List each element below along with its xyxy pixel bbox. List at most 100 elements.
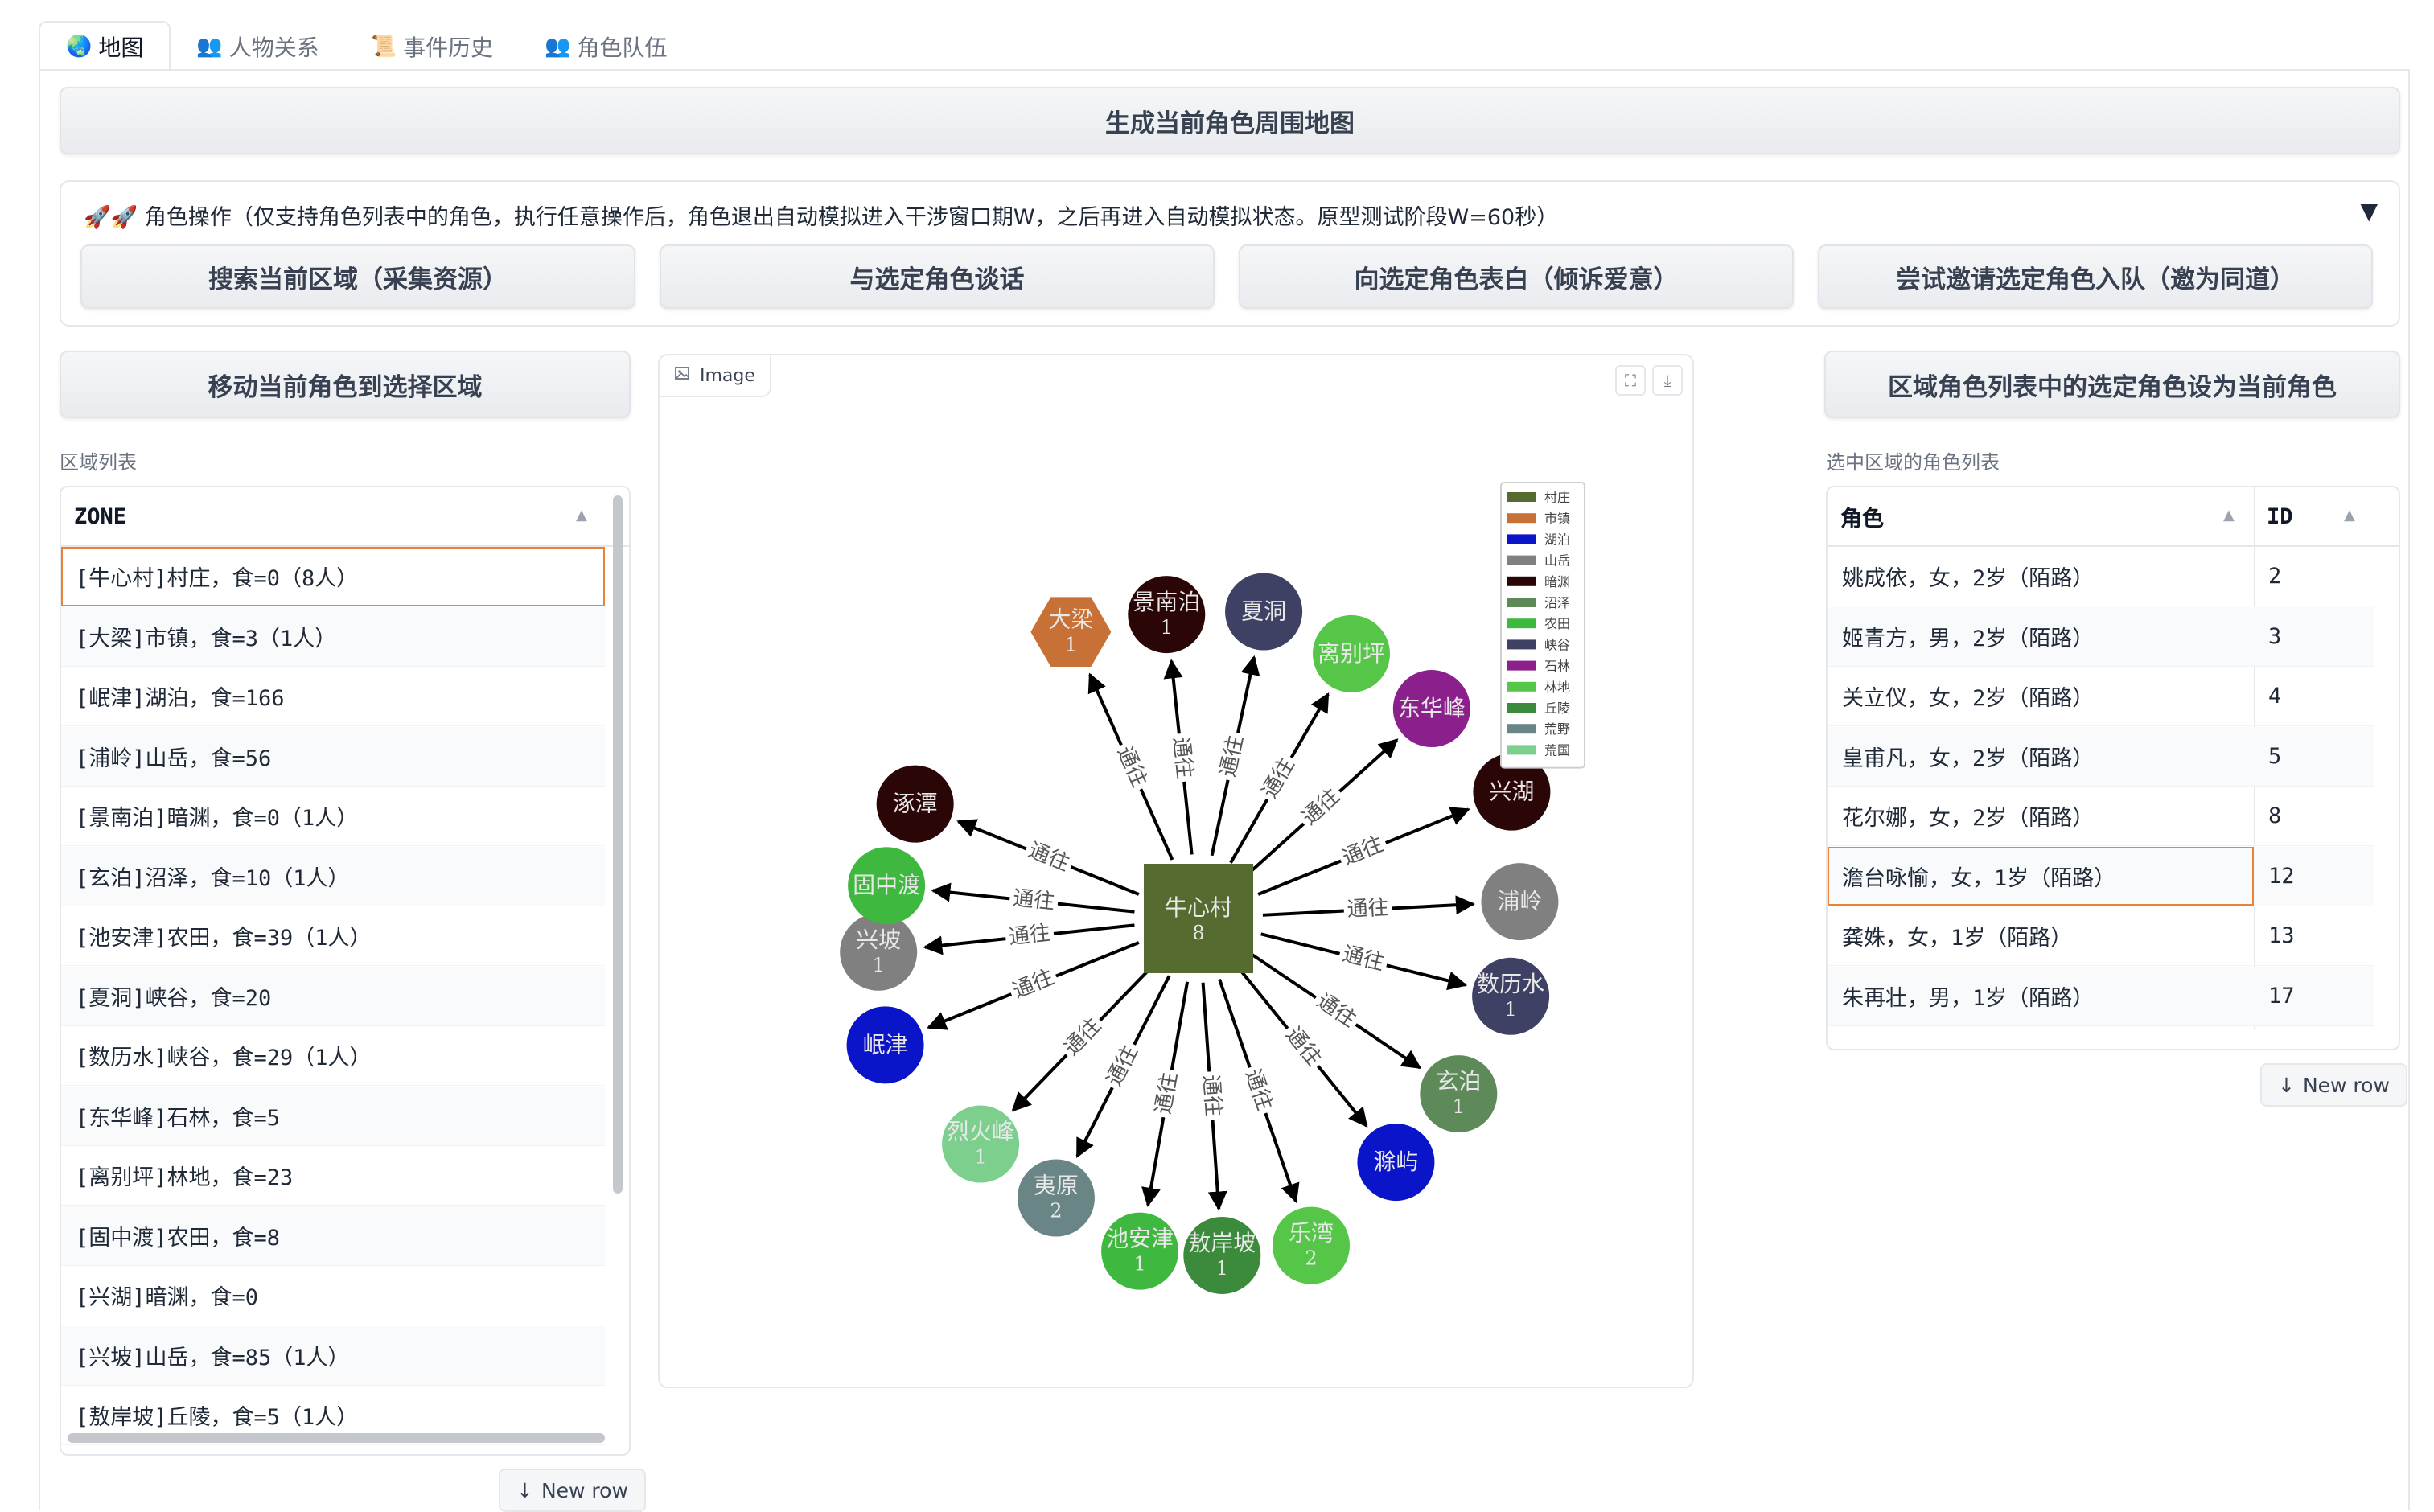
table-row[interactable]: [固中渡]农田，食=8 <box>61 1206 605 1266</box>
id-cell[interactable]: 13 <box>2254 923 2295 948</box>
table-row[interactable]: 皇甫凡，女，2岁（陌路） 5 <box>1828 726 2374 787</box>
people-icon: 👥 <box>545 35 571 59</box>
map-node[interactable]: 玄泊1 <box>1420 1055 1498 1133</box>
role-cell[interactable]: 澹台咏愉，女，1岁（陌路） <box>1828 846 2254 906</box>
table-row[interactable]: [大梁]市镇，食=3（1人） <box>61 606 605 667</box>
legend-swatch <box>1507 576 1536 586</box>
zone-cell: [离别坪]林地，食=23 <box>76 1165 294 1190</box>
tab-1[interactable]: 👥 人物关系 <box>171 23 344 71</box>
id-cell[interactable]: 4 <box>2254 684 2281 709</box>
table-row[interactable]: [兴坡]山岳，食=85（1人） <box>61 1325 605 1386</box>
role-cell[interactable]: 花尔娜，女，2岁（陌路） <box>1828 787 2254 845</box>
vertical-scrollbar[interactable] <box>613 495 623 1194</box>
table-row[interactable]: [离别坪]林地，食=23 <box>61 1146 605 1206</box>
map-node[interactable]: 固中渡 <box>848 847 926 925</box>
map-node-count: 1 <box>1161 616 1173 639</box>
zone-new-row-button[interactable]: ↓ New row <box>499 1469 646 1512</box>
map-node[interactable]: 池安津1 <box>1101 1212 1179 1290</box>
collapse-caret-icon[interactable]: ▼ <box>2360 198 2378 224</box>
edge-label: 通往 <box>1168 736 1196 780</box>
arrow-down-icon: ↓ <box>516 1478 533 1502</box>
map-node[interactable]: 东华峰 <box>1392 670 1470 748</box>
map-node[interactable]: 离别坪 <box>1313 614 1390 692</box>
id-cell[interactable]: 2 <box>2254 564 2281 589</box>
map-node-count: 1 <box>1504 998 1516 1021</box>
tab-0[interactable]: 🌏 地图 <box>39 21 171 71</box>
role-cell[interactable]: 朱再壮，男，1岁（陌路） <box>1828 967 2254 1025</box>
map-node[interactable]: 岷津 <box>846 1006 924 1084</box>
table-row[interactable]: [景南泊]暗渊，食=0（1人） <box>61 787 605 846</box>
role-cell[interactable]: 姚成依，女，2岁（陌路） <box>1828 547 2254 606</box>
tab-3[interactable]: 👥 角色队伍 <box>519 23 693 71</box>
id-cell[interactable]: 12 <box>2254 864 2295 889</box>
legend-swatch <box>1507 492 1536 502</box>
role-cell[interactable]: 龚姝，女，1岁（陌路） <box>1828 906 2254 965</box>
table-row[interactable]: [岷津]湖泊，食=166 <box>61 667 605 726</box>
globe-icon: 🌏 <box>66 35 93 59</box>
role-column-header[interactable]: 角色 <box>1828 487 2254 545</box>
sort-asc-icon[interactable]: ▲ <box>576 507 587 524</box>
map-node[interactable]: 涿潭 <box>876 765 954 843</box>
legend-swatch <box>1507 660 1536 671</box>
table-row[interactable]: [兴湖]暗渊，食=0 <box>61 1266 605 1325</box>
search-area-button[interactable]: 搜索当前区域（采集资源） <box>80 244 635 309</box>
legend-label: 村庄 <box>1544 490 1570 505</box>
id-cell[interactable]: 8 <box>2254 803 2281 828</box>
move-character-button[interactable]: 移动当前角色到选择区域 <box>60 351 631 418</box>
table-row[interactable]: [浦岭]山岳，食=56 <box>61 726 605 787</box>
map-node[interactable]: 景南泊1 <box>1128 576 1206 654</box>
id-column-header[interactable]: ID <box>2254 487 2374 545</box>
table-row[interactable]: 花尔娜，女，2岁（陌路） 8 <box>1828 787 2374 846</box>
region-map-graph: 通往 通往 通往 通往通往通往通往通往通往通往通往通往通往通往通往通往通往通往通往 大… <box>840 482 1585 1294</box>
map-node[interactable]: 大梁1 <box>1030 597 1112 668</box>
horizontal-scrollbar[interactable] <box>68 1433 605 1443</box>
zone-column-header[interactable]: ZONE <box>61 487 608 545</box>
table-row[interactable]: 龚姝，女，1岁（陌路） 13 <box>1828 906 2374 966</box>
table-row[interactable]: [数历水]峡谷，食=29（1人） <box>61 1026 605 1086</box>
table-row[interactable]: 关立仪，女，2岁（陌路） 4 <box>1828 667 2374 726</box>
legend-label: 山岳 <box>1544 553 1570 569</box>
edge-label: 通往 <box>1240 1066 1277 1114</box>
sort-asc-icon[interactable]: ▲ <box>2344 507 2355 524</box>
character-new-row-button[interactable]: ↓ New row <box>2260 1063 2407 1107</box>
legend-label: 农田 <box>1544 616 1570 631</box>
role-cell[interactable]: 皇甫凡，女，2岁（陌路） <box>1828 727 2254 786</box>
map-node[interactable]: 烈火峰1 <box>942 1105 1020 1183</box>
map-node[interactable]: 兴坡1 <box>840 913 918 991</box>
map-node[interactable]: 浦岭 <box>1481 863 1559 941</box>
talk-button[interactable]: 与选定角色谈话 <box>660 244 1215 309</box>
map-node[interactable]: 乐湾2 <box>1272 1206 1350 1284</box>
edge-label: 通往 <box>1012 886 1056 914</box>
table-row[interactable]: [夏洞]峡谷，食=20 <box>61 966 605 1026</box>
map-node[interactable]: 滁屿 <box>1357 1124 1435 1202</box>
map-center-node[interactable]: 牛心村8 <box>1144 864 1253 973</box>
table-row[interactable]: 朱再壮，男，1岁（陌路） 17 <box>1828 966 2374 1026</box>
generate-map-button[interactable]: 生成当前角色周围地图 <box>60 87 2400 154</box>
map-node-name: 景南泊 <box>1133 589 1200 615</box>
table-row[interactable]: 澹台咏愉，女，1岁（陌路） 12 <box>1828 846 2374 906</box>
table-row[interactable]: [池安津]农田，食=39（1人） <box>61 906 605 966</box>
table-row[interactable]: 姚成依，女，2岁（陌路） 2 <box>1828 547 2374 606</box>
invite-team-button[interactable]: 尝试邀请选定角色入队（邀为同道） <box>1818 244 2373 309</box>
table-row[interactable]: [玄泊]沼泽，食=10（1人） <box>61 846 605 906</box>
set-current-character-button[interactable]: 区域角色列表中的选定角色设为当前角色 <box>1824 351 2400 418</box>
tab-2[interactable]: 📜 事件历史 <box>345 23 519 71</box>
sort-asc-icon[interactable]: ▲ <box>2223 507 2235 524</box>
id-cell[interactable]: 3 <box>2254 624 2281 649</box>
table-row[interactable]: [东华峰]石林，食=5 <box>61 1086 605 1146</box>
id-cell[interactable]: 17 <box>2254 984 2295 1009</box>
character-actions-title[interactable]: 🚀🚀 角色操作（仅支持角色列表中的角色，执行任意操作后，角色退出自动模拟进入干涉… <box>84 199 1558 231</box>
map-node[interactable]: 敖岸坡1 <box>1183 1216 1261 1294</box>
confess-button[interactable]: 向选定角色表白（倾诉爱意） <box>1239 244 1794 309</box>
map-node-name: 玄泊 <box>1436 1068 1481 1095</box>
map-node[interactable]: 数历水1 <box>1472 957 1550 1035</box>
scroll-icon: 📜 <box>370 35 397 59</box>
id-cell[interactable]: 5 <box>2254 744 2281 769</box>
table-row[interactable]: 姬青方，男，2岁（陌路） 3 <box>1828 606 2374 667</box>
map-node[interactable]: 夏洞 <box>1225 573 1303 651</box>
map-node-name: 大梁 <box>1048 606 1093 633</box>
table-row[interactable]: [牛心村]村庄，食=0（8人） <box>61 547 605 606</box>
role-cell[interactable]: 姬青方，男，2岁（陌路） <box>1828 607 2254 666</box>
role-cell[interactable]: 关立仪，女，2岁（陌路） <box>1828 667 2254 725</box>
map-node[interactable]: 夷原2 <box>1017 1159 1095 1237</box>
